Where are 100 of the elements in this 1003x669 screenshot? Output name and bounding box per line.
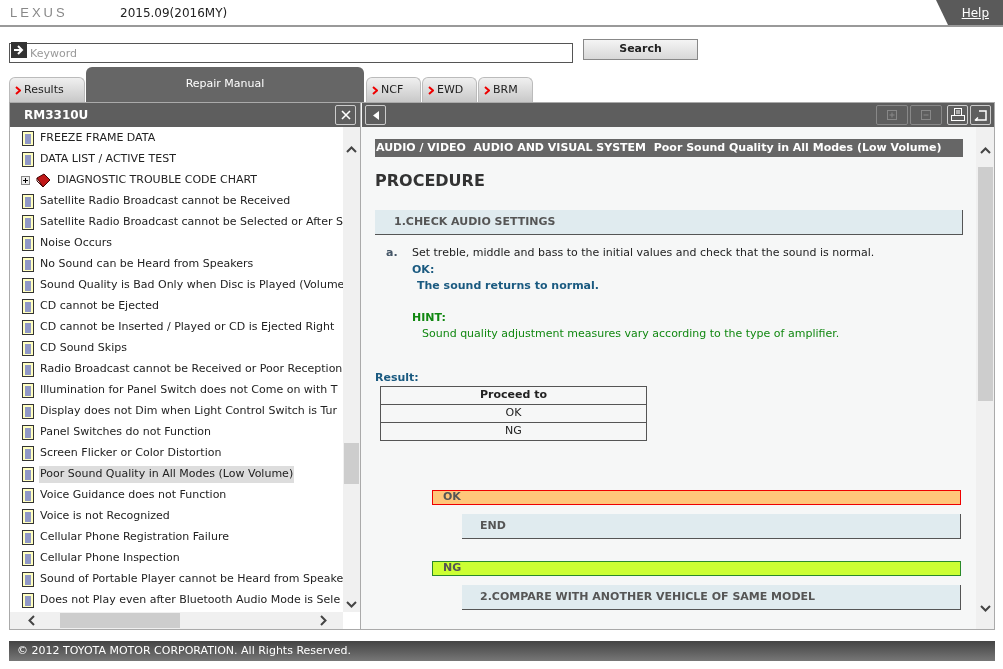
tree-item[interactable]: DIAGNOSTIC TROUBLE CODE CHART (56, 172, 259, 189)
procedure-heading: PROCEDURE (375, 170, 486, 192)
tree-item[interactable]: CD cannot be Inserted / Played or CD is Ejected Right (39, 319, 336, 336)
scrollbar[interactable] (976, 127, 994, 629)
document-icon (22, 320, 34, 335)
result-bar: NG (432, 561, 961, 576)
document-icon (22, 362, 34, 377)
tree-item[interactable]: Does not Play even after Bluetooth Audio Mode is Sele (39, 592, 342, 609)
chevron-icon (484, 85, 490, 95)
scrollbar-thumb[interactable] (344, 443, 359, 484)
document-icon (22, 425, 34, 440)
tab[interactable]: Results (9, 77, 85, 102)
chevron-icon (372, 85, 378, 95)
scroll-up-icon[interactable] (346, 146, 357, 153)
scrollbar-thumb[interactable] (977, 167, 993, 401)
tree-item[interactable]: Voice is not Recognized (39, 508, 171, 525)
step-header: END (462, 514, 961, 539)
tree-item[interactable]: Satellite Radio Broadcast cannot be Received (39, 193, 292, 210)
scroll-up-icon[interactable] (979, 147, 991, 154)
document-icon (22, 446, 34, 461)
close-button[interactable] (335, 105, 356, 125)
hint-text: Sound quality adjustment measures vary according to the type of amplifier. (421, 326, 840, 342)
help-link[interactable]: Help (936, 0, 1003, 25)
tree-item[interactable]: Noise Occurs (39, 235, 113, 252)
document-icon (22, 551, 34, 566)
tree-item[interactable]: CD cannot be Ejected (39, 298, 161, 315)
tree-item[interactable]: Panel Switches do not Function (39, 424, 213, 441)
search-button[interactable]: Search (583, 39, 698, 60)
manual-code: RM3310U (24, 107, 89, 124)
tab[interactable]: Repair Manual (86, 67, 364, 102)
document-icon (22, 131, 34, 146)
document-icon (22, 236, 34, 251)
copyright-text: © 2012 TOYOTA MOTOR CORPORATION. All Rights Reserved. (17, 642, 352, 659)
tree-item[interactable]: Radio Broadcast cannot be Received or Poor Reception (39, 361, 343, 378)
plus-box-icon (887, 110, 897, 120)
document-icon (22, 488, 34, 503)
left-triangle-icon (372, 110, 379, 120)
scroll-down-icon[interactable] (979, 605, 991, 612)
table-header: Proceed to (380, 386, 647, 405)
tree-item[interactable]: Poor Sound Quality in All Modes (Low Volume) (39, 466, 295, 483)
tree-item[interactable]: Sound of Portable Player cannot be Heard from Speake (39, 571, 343, 588)
document-icon (22, 404, 34, 419)
scroll-down-icon[interactable] (346, 601, 357, 608)
document-icon (22, 572, 34, 587)
scrollbar[interactable] (343, 127, 360, 612)
document-icon (22, 509, 34, 524)
print-button[interactable] (947, 105, 968, 125)
expand-icon[interactable] (21, 176, 30, 185)
chevron-icon (15, 85, 21, 95)
tab[interactable]: EWD (422, 77, 477, 102)
document-icon (22, 194, 34, 209)
tree-item[interactable]: Screen Flicker or Color Distortion (39, 445, 223, 462)
table-cell: OK (380, 404, 647, 423)
tree-item[interactable]: Satellite Radio Broadcast cannot be Selected or After S (39, 214, 343, 231)
version-label: 2015.09(2016MY) (120, 4, 228, 22)
back-button[interactable] (365, 105, 386, 125)
document-icon (22, 530, 34, 545)
tree-item[interactable]: Voice Guidance does not Function (39, 487, 228, 504)
document-icon (22, 152, 34, 167)
tree-item[interactable]: Sound Quality is Bad Only when Disc is Played (Volume (39, 277, 343, 294)
document-icon (22, 593, 34, 608)
scrollbar-thumb[interactable] (60, 613, 180, 628)
tree-item[interactable]: Display does not Dim when Light Control Switch is Tur (39, 403, 339, 420)
document-icon (22, 467, 34, 482)
arrow-icon (11, 41, 27, 58)
tree-item[interactable]: CD Sound Skips (39, 340, 128, 357)
document-icon (22, 299, 34, 314)
tree-item[interactable]: FREEZE FRAME DATA (39, 130, 157, 147)
document-icon (22, 341, 34, 356)
document-icon (22, 257, 34, 272)
hint-label: HINT: (412, 309, 446, 326)
result-bar: OK (432, 490, 961, 505)
document-icon (22, 278, 34, 293)
printer-icon (950, 108, 965, 122)
scroll-left-icon[interactable] (28, 615, 35, 626)
minus-box-icon (921, 110, 931, 120)
list-marker: a. (386, 245, 399, 261)
tab[interactable]: BRM (478, 77, 533, 102)
document-icon (22, 383, 34, 398)
result-label: Result: (375, 369, 420, 386)
tree-item[interactable]: Cellular Phone Inspection (39, 550, 181, 567)
tab[interactable]: NCF (366, 77, 421, 102)
scroll-right-icon[interactable] (320, 615, 327, 626)
horizontal-scrollbar[interactable] (10, 612, 343, 629)
logo: LEXUS (10, 3, 69, 22)
tree-item[interactable]: Illumination for Panel Switch does not Come on with T (39, 382, 339, 399)
tree-item[interactable]: DATA LIST / ACTIVE TEST (39, 151, 177, 168)
search-field[interactable]: Keyword (9, 43, 573, 63)
return-button[interactable] (970, 105, 991, 125)
table-cell: NG (380, 422, 647, 441)
tree-item[interactable]: Cellular Phone Registration Failure (39, 529, 230, 546)
breadcrumb-bar: AUDIO / VIDEO AUDIO AND VISUAL SYSTEM Poor Sound Quality in All Modes (Low Volume) (375, 139, 963, 157)
chevron-icon (428, 85, 434, 95)
step-header: 2.COMPARE WITH ANOTHER VEHICLE OF SAME MODEL (462, 585, 961, 610)
step-header: 1.CHECK AUDIO SETTINGS (375, 210, 963, 235)
instruction-text: Set treble, middle and bass to the initial values and check that the sound is normal. (412, 245, 875, 261)
tree-item[interactable]: No Sound can be Heard from Speakers (39, 256, 255, 273)
ok-label: OK: (412, 261, 435, 278)
return-arrow-icon (973, 109, 988, 121)
close-icon (340, 110, 351, 120)
